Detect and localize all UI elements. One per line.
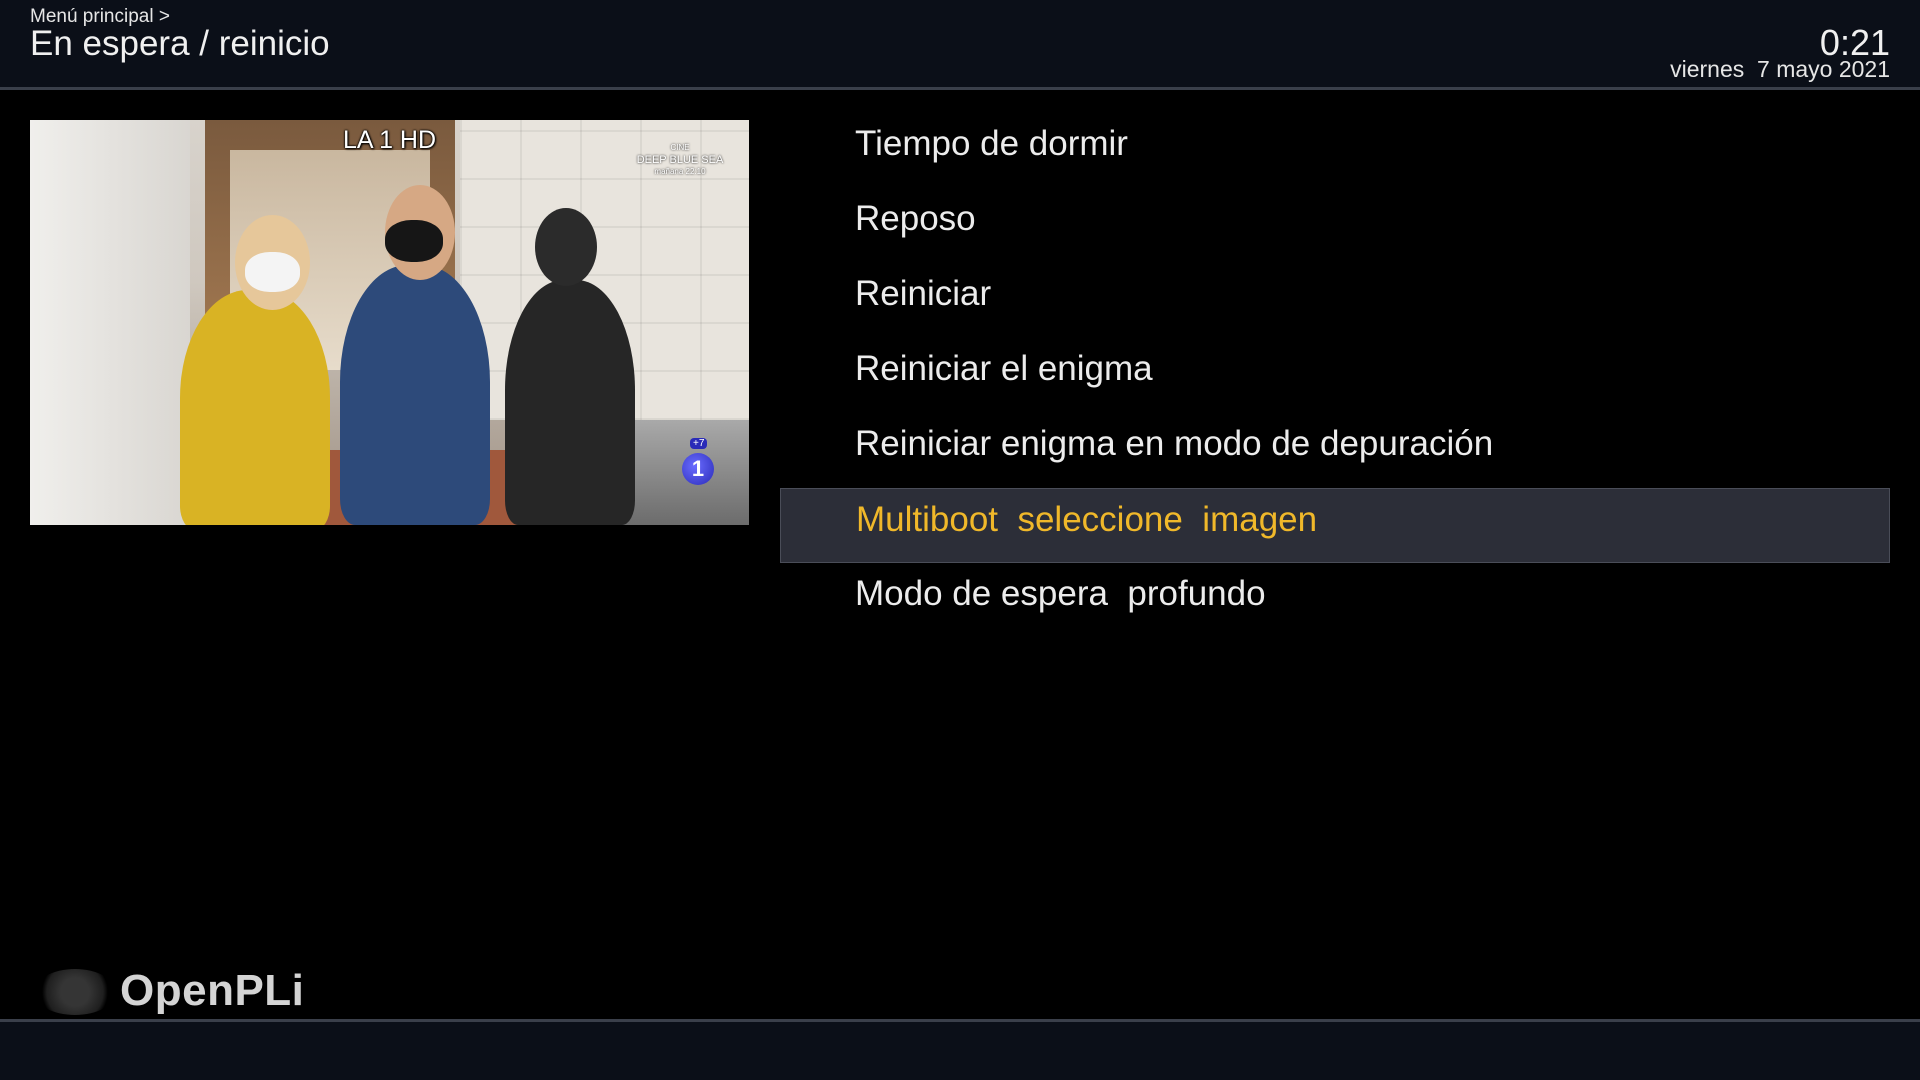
brand-name: OpenPLi — [120, 966, 305, 1015]
footer-bar — [0, 1022, 1920, 1080]
menu-item-reiniciar[interactable]: Reiniciar — [780, 263, 1890, 338]
promo-line-3: mañana 22:10 — [654, 167, 706, 176]
openpli-logo: OpenPLi — [34, 963, 334, 1019]
header-bar: Menú principal > En espera / reinicio 0:… — [0, 0, 1920, 87]
menu-item-modo-espera-profundo[interactable]: Modo de espera profundo — [780, 563, 1890, 638]
page-title: En espera / reinicio — [30, 24, 330, 63]
date: viernes 7 mayo 2021 — [1670, 56, 1890, 82]
menu-item-reiniciar-enigma[interactable]: Reiniciar el enigma — [780, 338, 1890, 413]
globe-icon — [34, 969, 116, 1015]
channel-logo-badge: +7 — [690, 438, 708, 449]
menu-item-reposo[interactable]: Reposo — [780, 188, 1890, 263]
menu-item-multiboot[interactable]: Multiboot seleccione imagen — [780, 488, 1890, 563]
tv-preview: LA 1 HD CINE DEEP BLUE SEA mañana 22:10 … — [30, 120, 749, 525]
menu-item-reiniciar-enigma-depuracion[interactable]: Reiniciar enigma en modo de depuración — [780, 413, 1890, 488]
promo-line-2: DEEP BLUE SEA — [636, 154, 724, 166]
preview-promo: CINE DEEP BLUE SEA mañana 22:10 — [620, 142, 740, 178]
header-divider — [0, 87, 1920, 90]
channel-logo: 1 — [682, 453, 714, 485]
menu-item-tiempo-de-dormir[interactable]: Tiempo de dormir — [780, 113, 1890, 188]
promo-line-1: CINE — [670, 143, 690, 152]
standby-restart-menu: Tiempo de dormir Reposo Reiniciar Reinic… — [780, 113, 1890, 638]
